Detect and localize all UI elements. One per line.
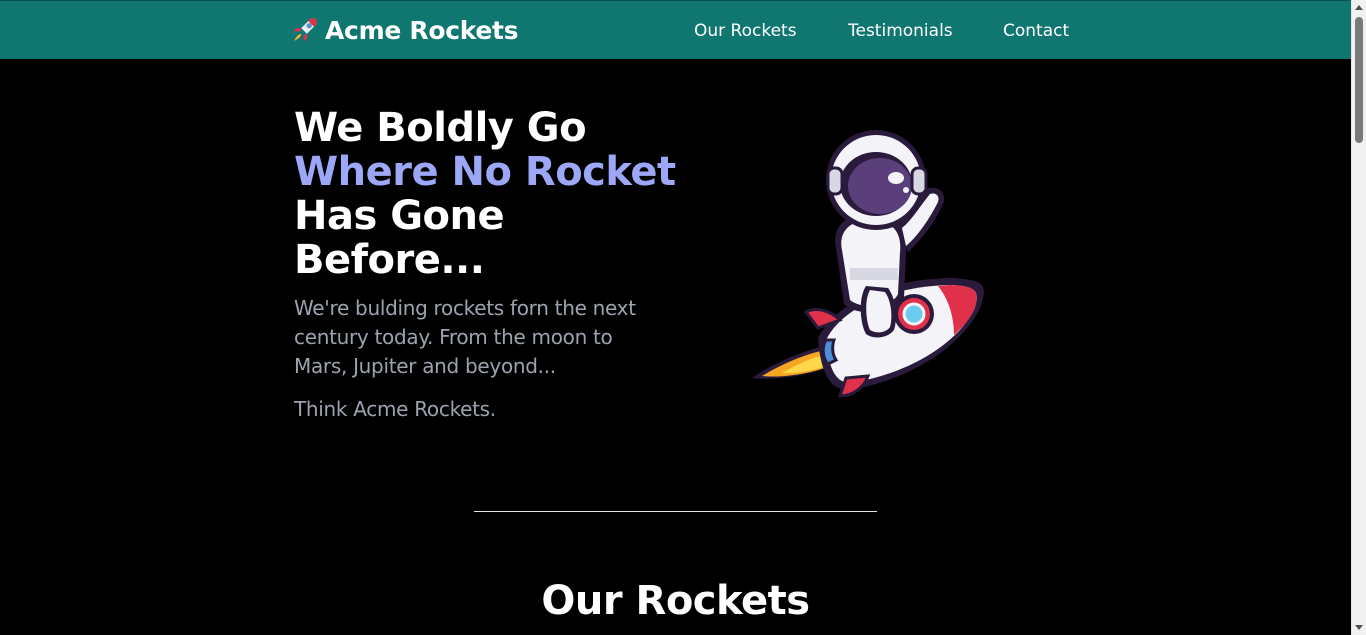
- hero-title: We Boldly Go Where No Rocket Has Gone Be…: [294, 105, 676, 283]
- hero-title-line: We Boldly Go: [294, 105, 587, 151]
- hero-title-line: Has Gone: [294, 193, 505, 239]
- section-title-our-rockets: Our Rockets: [541, 578, 810, 624]
- site-header: Acme Rockets Our Rockets Testimonials Co…: [0, 0, 1351, 59]
- hero-paragraph: We're bulding rockets forn the next cent…: [294, 296, 636, 378]
- brand-link[interactable]: Acme Rockets: [290, 15, 519, 45]
- section-divider: [474, 511, 877, 512]
- nav-link-contact[interactable]: Contact: [1003, 21, 1069, 41]
- hero-title-line: Before...: [294, 237, 485, 283]
- nav-link-testimonials[interactable]: Testimonials: [848, 21, 953, 41]
- rocket-icon: [293, 18, 317, 42]
- scroll-down-arrow-icon[interactable]: [1355, 625, 1363, 630]
- vertical-scrollbar[interactable]: [1351, 0, 1366, 635]
- hero-title-accent: Where No Rocket: [294, 149, 676, 195]
- page-viewport: Acme Rockets Our Rockets Testimonials Co…: [0, 0, 1351, 635]
- brand-name: Acme Rockets: [325, 15, 519, 45]
- scroll-up-arrow-icon[interactable]: [1355, 5, 1363, 10]
- nav-link-our-rockets[interactable]: Our Rockets: [694, 21, 797, 41]
- hero-tagline: Think Acme Rockets.: [294, 397, 496, 421]
- astronaut-rocket-illustration: [752, 130, 984, 398]
- scrollbar-thumb[interactable]: [1355, 17, 1363, 143]
